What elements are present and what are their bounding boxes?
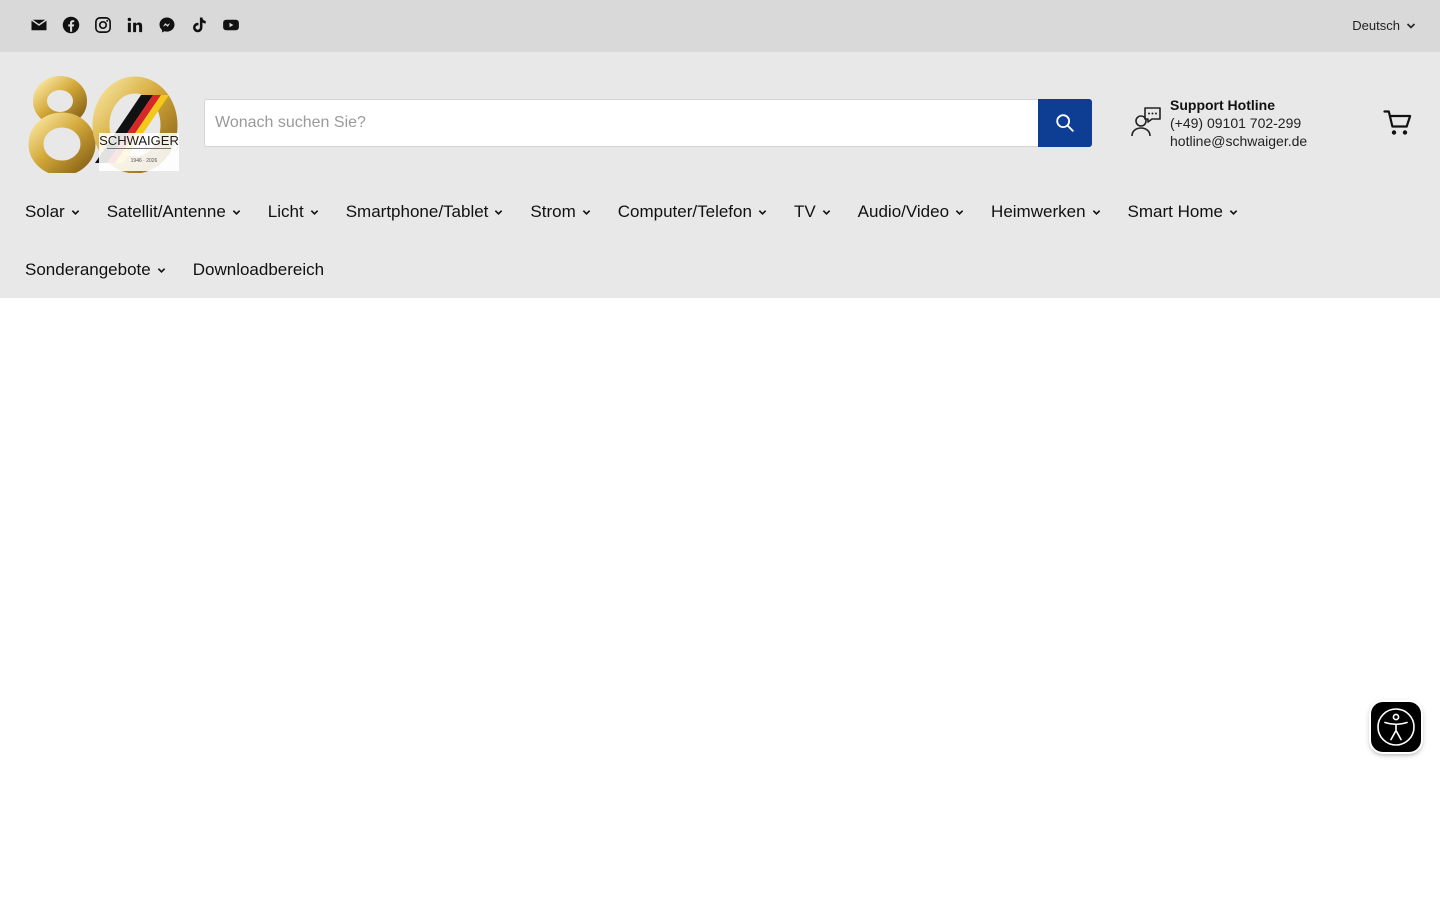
chevron-down-icon [1229, 209, 1238, 215]
nav-item-label: Satellit/Antenne [106, 202, 226, 221]
accessibility-button[interactable] [1371, 702, 1421, 752]
support-email[interactable]: hotline@schwaiger.de [1170, 132, 1307, 150]
language-selector[interactable]: Deutsch [1352, 18, 1416, 33]
nav-item-computer-telefon[interactable]: Computer/Telefon [618, 202, 767, 222]
nav-item-sonderangebote[interactable]: Sonderangebote [25, 260, 166, 280]
chevron-down-icon [232, 209, 241, 215]
nav-item-downloadbereich[interactable]: Downloadbereich [193, 260, 324, 280]
search-input[interactable] [204, 99, 1038, 147]
support-title: Support Hotline [1170, 97, 1275, 113]
nav-item-smartphone-tablet[interactable]: Smartphone/Tablet [346, 202, 504, 222]
nav-item-heimwerken[interactable]: Heimwerken [991, 202, 1100, 222]
email-icon[interactable] [30, 16, 48, 34]
nav-item-label: Sonderangebote [25, 260, 151, 279]
nav-item-tv[interactable]: TV [794, 202, 831, 222]
chevron-down-icon [71, 209, 79, 215]
anniversary-logo[interactable]: SCHWAIGER 1946 · 2026 [27, 75, 179, 173]
nav-item-label: TV [793, 202, 816, 221]
support-phone[interactable]: (+49) 09101 702-299 [1170, 114, 1307, 132]
svg-text:SCHWAIGER: SCHWAIGER [99, 133, 179, 148]
youtube-icon[interactable] [222, 16, 240, 34]
nav-item-solar[interactable]: Solar [25, 202, 80, 222]
nav-item-licht[interactable]: Licht [268, 202, 319, 222]
nav-item-strom[interactable]: Strom [530, 202, 590, 222]
top-bar: Deutsch [0, 0, 1440, 52]
nav-item-label: Solar [25, 202, 65, 221]
site-header: SCHWAIGER 1946 · 2026 Support Hotline (+… [0, 52, 1440, 298]
nav-item-label: Smartphone/Tablet [345, 202, 489, 221]
language-label: Deutsch [1352, 18, 1400, 33]
svg-text:1946 · 2026: 1946 · 2026 [131, 158, 158, 164]
nav-item-label: Smart Home [1127, 202, 1223, 221]
nav-item-label: Strom [530, 202, 576, 221]
nav-item-satellit-antenne[interactable]: Satellit/Antenne [107, 202, 241, 222]
chevron-down-icon [1092, 209, 1100, 215]
chevron-down-icon [582, 209, 590, 215]
nav-item-label: Downloadbereich [192, 260, 325, 279]
tiktok-icon[interactable] [190, 16, 208, 34]
chevron-down-icon [822, 209, 830, 215]
main-navigation: Solar Satellit/Antenne Licht Smartphone/Tab… [25, 198, 1425, 314]
search-icon [1056, 114, 1074, 132]
linkedin-icon[interactable] [126, 16, 144, 34]
nav-item-label: Audio/Video [857, 202, 950, 221]
nav-item-smart-home[interactable]: Smart Home [1128, 202, 1238, 222]
nav-item-label: Computer/Telefon [617, 202, 752, 221]
instagram-icon[interactable] [94, 16, 112, 34]
chevron-down-icon [157, 267, 165, 273]
nav-row-1: Solar Satellit/Antenne Licht Smartphone/Tab… [25, 198, 1425, 226]
social-links [30, 16, 240, 34]
accessibility-icon [1377, 708, 1415, 746]
chevron-down-icon [495, 209, 503, 215]
nav-item-label: Heimwerken [991, 202, 1086, 221]
search-button[interactable] [1038, 99, 1092, 147]
nav-row-2: Sonderangebote Downloadbereich [25, 256, 1425, 284]
nav-item-label: Licht [267, 202, 304, 221]
search-bar [204, 99, 1092, 147]
chevron-down-icon [310, 209, 318, 215]
messenger-icon[interactable] [158, 16, 176, 34]
facebook-icon[interactable] [62, 16, 80, 34]
cart-icon[interactable] [1383, 109, 1413, 137]
support-agent-icon [1131, 107, 1161, 137]
chevron-down-icon [1406, 22, 1416, 29]
chevron-down-icon [955, 209, 964, 215]
support-hotline: Support Hotline (+49) 09101 702-299 hotl… [1130, 96, 1307, 150]
nav-item-audio-video[interactable]: Audio/Video [858, 202, 964, 222]
chevron-down-icon [758, 209, 767, 215]
